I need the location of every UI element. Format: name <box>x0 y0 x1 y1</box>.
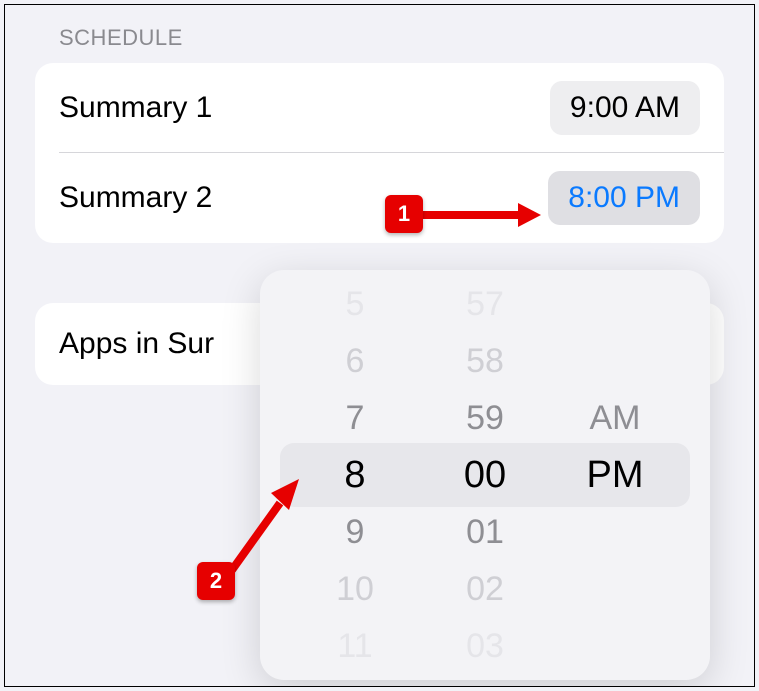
picker-hour-option[interactable]: 9 <box>346 504 365 561</box>
row-label: Summary 1 <box>59 91 212 125</box>
picker-hour-option[interactable]: 7 <box>346 390 365 447</box>
picker-hour-selected[interactable]: 8 <box>344 447 365 504</box>
picker-minute-option[interactable]: 01 <box>466 504 504 561</box>
picker-hours-column[interactable]: 5 6 7 8 9 10 11 <box>290 276 420 675</box>
schedule-row-summary1[interactable]: Summary 1 9:00 AM <box>35 63 724 153</box>
picker-hour-option[interactable]: 11 <box>337 618 372 675</box>
annotation-callout-2: 2 <box>197 562 235 600</box>
picker-hour-option[interactable]: 6 <box>346 333 365 390</box>
time-chip-summary2[interactable]: 8:00 PM <box>548 171 700 225</box>
picker-hour-option[interactable]: 10 <box>336 561 374 618</box>
time-picker-popup: 5 6 7 8 9 10 11 57 58 59 00 01 02 03 AM <box>260 270 710 680</box>
picker-minute-option[interactable]: 02 <box>466 561 504 618</box>
picker-minute-option[interactable]: 03 <box>466 618 504 675</box>
annotation-arrow-1 <box>423 200 541 230</box>
picker-minute-option[interactable]: 59 <box>466 390 504 447</box>
annotation-arrow-2 <box>227 475 307 575</box>
picker-minute-selected[interactable]: 00 <box>464 447 506 504</box>
picker-period-column[interactable]: AM PM <box>550 276 680 675</box>
schedule-row-summary2[interactable]: Summary 2 8:00 PM <box>35 153 724 243</box>
picker-minute-option[interactable]: 58 <box>466 333 504 390</box>
annotation-callout-1: 1 <box>385 195 423 233</box>
row-label: Summary 2 <box>59 181 212 215</box>
picker-period-option[interactable]: AM <box>590 390 641 447</box>
picker-minute-option[interactable]: 57 <box>466 276 504 333</box>
picker-minutes-column[interactable]: 57 58 59 00 01 02 03 <box>420 276 550 675</box>
section-header-schedule: SCHEDULE <box>59 25 724 51</box>
picker-hour-option[interactable]: 5 <box>346 276 365 333</box>
picker-period-selected[interactable]: PM <box>587 447 644 504</box>
apps-label-partial: Apps in Sur <box>59 327 214 361</box>
schedule-list: Summary 1 9:00 AM Summary 2 8:00 PM <box>35 63 724 243</box>
time-chip-summary1[interactable]: 9:00 AM <box>550 81 700 135</box>
